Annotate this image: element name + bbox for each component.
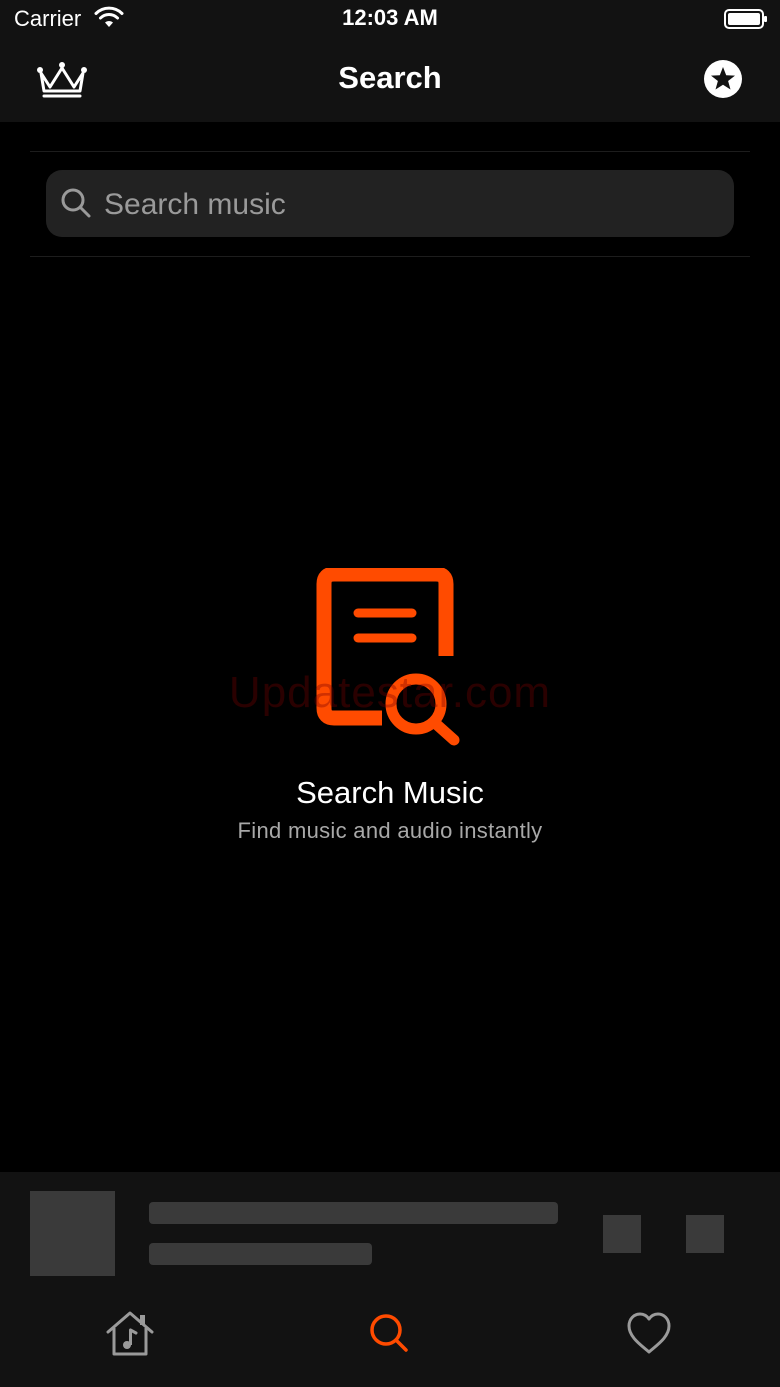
document-search-icon <box>316 568 460 746</box>
tab-home[interactable] <box>100 1310 160 1358</box>
search-icon <box>370 1314 408 1352</box>
search-input[interactable] <box>102 182 706 228</box>
page-title: Search <box>338 60 442 95</box>
empty-state-subtitle: Find music and audio instantly <box>237 818 543 843</box>
heart-icon <box>627 1312 671 1354</box>
status-bar: Carrier 12:03 AM <box>0 0 780 40</box>
tab-search[interactable] <box>359 1310 419 1358</box>
mini-player[interactable] <box>0 1172 780 1292</box>
empty-state-title: Search Music <box>296 775 484 810</box>
tab-bar <box>0 1292 780 1387</box>
status-time: 12:03 AM <box>342 5 438 30</box>
mini-player-title-placeholder <box>149 1202 558 1224</box>
divider <box>30 256 750 257</box>
mini-player-next-button[interactable] <box>686 1215 724 1253</box>
star-circle-icon[interactable] <box>703 59 743 99</box>
tab-favorites[interactable] <box>619 1310 679 1358</box>
mini-player-artwork <box>30 1191 115 1276</box>
navigation-bar: Search <box>0 40 780 122</box>
divider <box>30 151 750 152</box>
music-home-icon <box>106 1311 154 1356</box>
mini-player-play-button[interactable] <box>603 1215 641 1253</box>
mini-player-subtitle-placeholder <box>149 1243 372 1265</box>
search-icon <box>61 188 91 218</box>
watermark: Updatestar.com <box>228 668 552 717</box>
battery-icon <box>724 9 767 29</box>
search-field[interactable] <box>46 170 734 237</box>
